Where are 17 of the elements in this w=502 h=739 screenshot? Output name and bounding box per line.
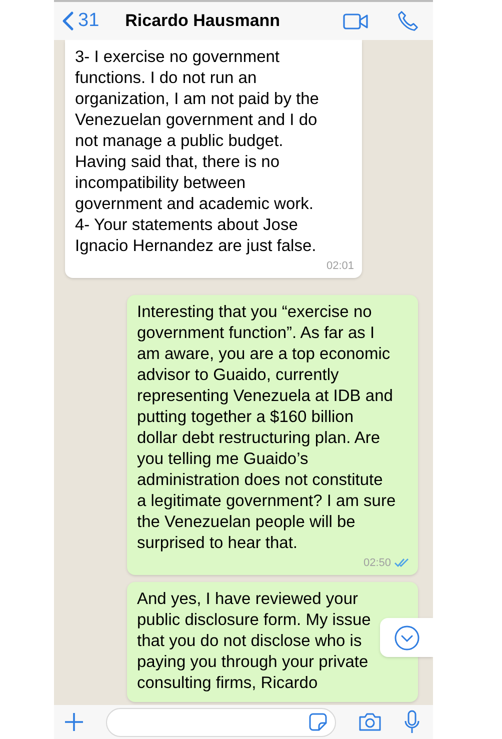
message-text: Interesting that you “exercise no government function”. As far as I am aware, you are a top economic advisor to Guaido, currently representing Venezuela at IDB and putting together a $160 billion dollar debt restructuring plan. Are you telling me Guaido’s administration does not constitute a legitimate government? I am sure the Venezuelan people will be surprised to hear that. — [137, 302, 396, 554]
scroll-down-button[interactable] — [380, 618, 433, 657]
microphone-icon[interactable] — [404, 710, 420, 734]
back-button[interactable]: 31 — [62, 6, 100, 36]
message-text: And yes, I have reviewed your public disclosure form. My issue that you do not disclose who is paying you through your private consulting firms, Ricardo — [137, 589, 371, 694]
message-text: 3- I exercise no government functions. I do not run an organization, I am not paid by the Venezuelan government and I do not manage a public budget. Having said that, there is no incompatibility between government and academic work. 4- Your statements about Jose Ignacio Hernandez are just false. — [75, 47, 319, 257]
camera-icon[interactable] — [358, 712, 382, 732]
sticker-icon[interactable] — [309, 713, 327, 731]
chevron-left-icon — [62, 11, 74, 31]
contact-name[interactable]: Ricardo Hausmann — [125, 8, 280, 34]
plus-icon[interactable] — [64, 712, 84, 732]
message-time: 02:01 — [326, 258, 354, 274]
message-input-field[interactable] — [106, 708, 336, 736]
phone-icon[interactable] — [397, 10, 419, 32]
message-time: 02:50 — [363, 556, 391, 570]
chevron-down-circle-icon — [394, 624, 420, 650]
video-call-icon[interactable] — [343, 12, 369, 30]
